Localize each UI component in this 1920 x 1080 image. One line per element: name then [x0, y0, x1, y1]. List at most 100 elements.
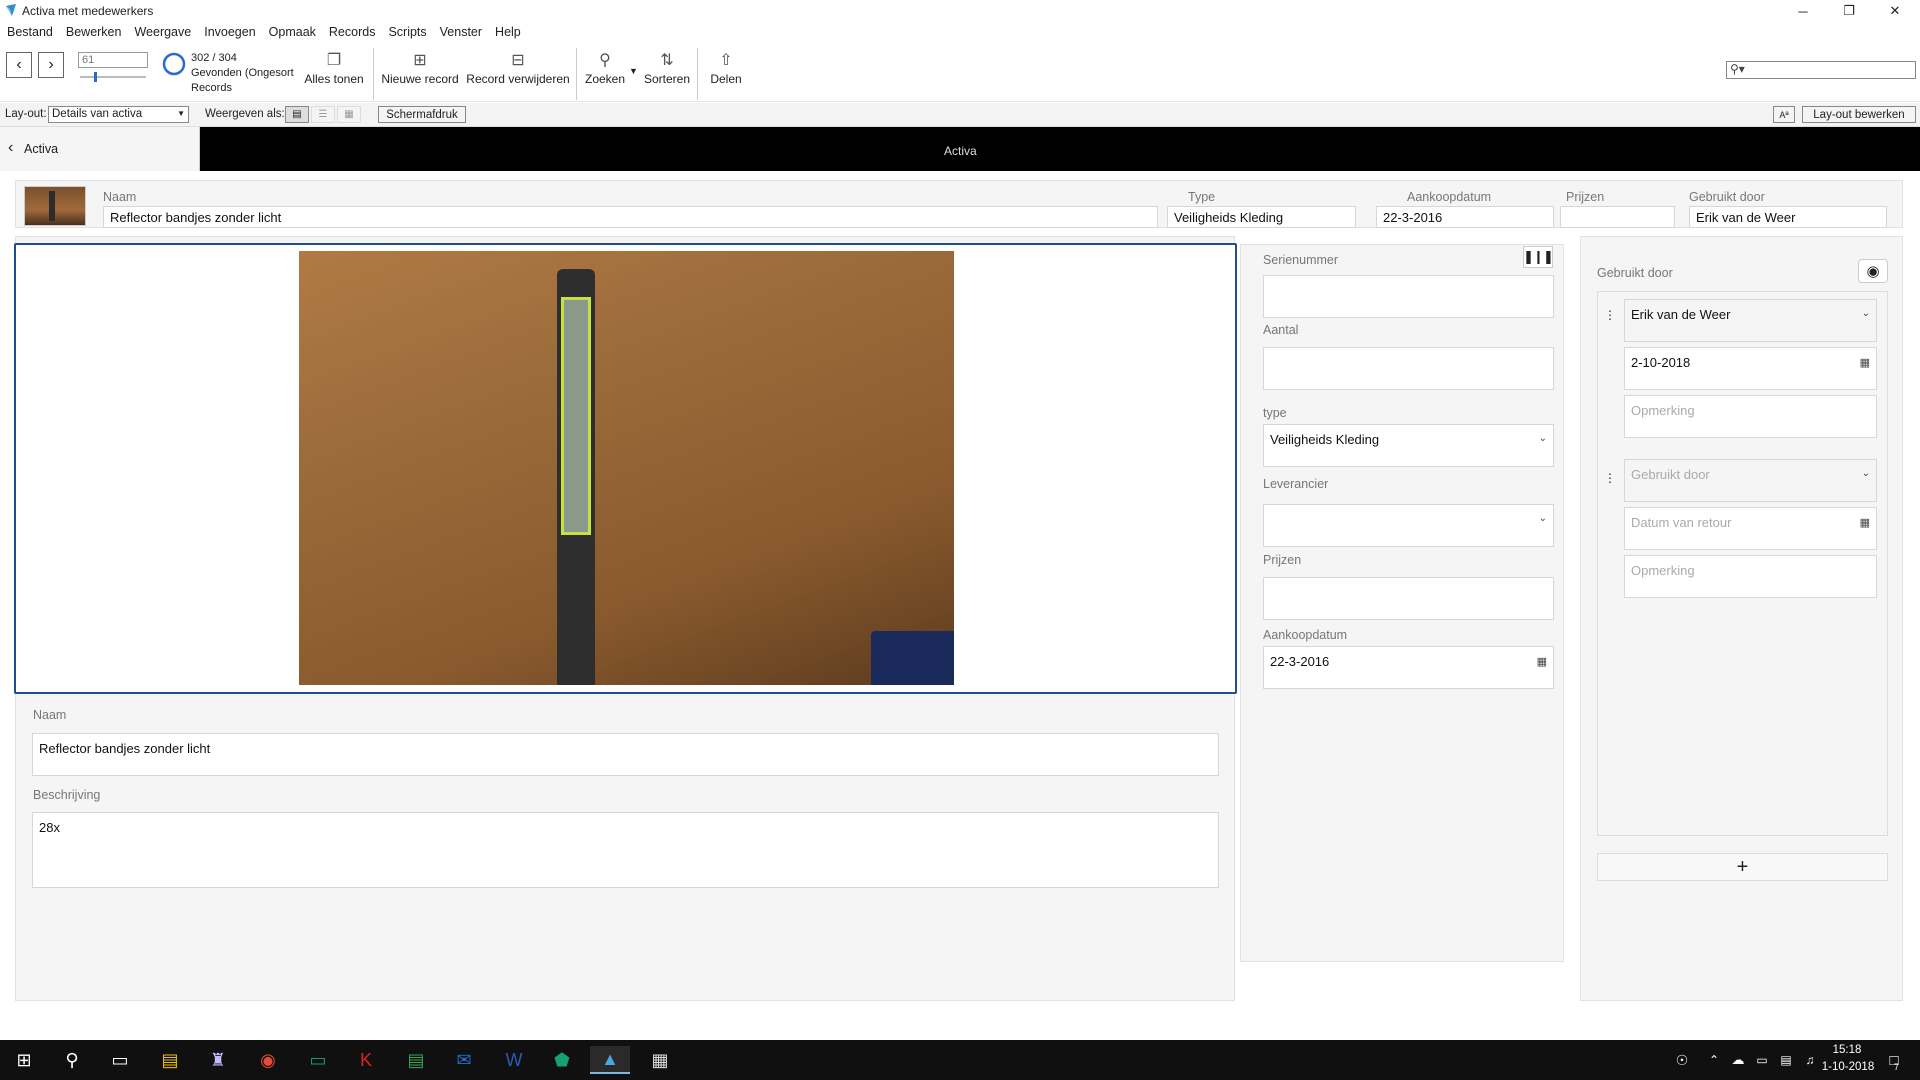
menu-scripts[interactable]: Scripts [381, 22, 432, 39]
person-icon[interactable]: ◉ [1858, 259, 1888, 283]
minimize-button[interactable]: ─ [1780, 0, 1826, 22]
beschrijving-field[interactable]: 28x [32, 812, 1219, 888]
file-explorer-icon[interactable]: ▤ [150, 1046, 190, 1074]
shield-app-icon[interactable]: ♜ [198, 1046, 238, 1074]
menu-venster[interactable]: Venster [433, 22, 488, 39]
quick-search-icon: ⚲▾ [1730, 62, 1745, 76]
summary-gebruikt-field[interactable]: Erik van de Weer [1689, 206, 1887, 228]
monitor-icon[interactable]: ▤ [1774, 1046, 1798, 1074]
notification-count: 7 [1894, 1062, 1900, 1072]
row-handle-icon[interactable]: ⋮ [1604, 471, 1616, 485]
menu-bewerken[interactable]: Bewerken [59, 22, 128, 39]
record-slider-thumb[interactable] [94, 72, 97, 82]
naam-field[interactable]: Reflector bandjes zonder licht [32, 733, 1219, 776]
menu-weergave[interactable]: Weergave [127, 22, 197, 39]
layout-select[interactable]: Details van activa ▼ [48, 106, 189, 123]
leverancier-field[interactable]: ⌄ [1263, 504, 1554, 547]
kaspersky-icon[interactable]: K [346, 1046, 386, 1074]
view-list-button[interactable]: ☰ [311, 106, 335, 123]
filemaker-taskbar-icon[interactable]: ▲ [590, 1046, 630, 1074]
aankoopdatum-label: Aankoopdatum [1263, 628, 1348, 642]
serienummer-label: Serienummer [1263, 253, 1339, 267]
row1-date-value: 2-10-2018 [1631, 355, 1691, 370]
naam-label: Naam [33, 708, 67, 722]
network-icon[interactable]: ▭ [1750, 1046, 1774, 1074]
calendar-icon[interactable]: ▦ [1537, 655, 1547, 668]
menu-help[interactable]: Help [488, 22, 527, 39]
close-button[interactable]: ✕ [1872, 0, 1918, 22]
menu-bestand[interactable]: Bestand [0, 22, 59, 39]
word-icon[interactable]: W [494, 1046, 534, 1074]
chevron-down-icon: ▼ [177, 109, 185, 118]
view-form-button[interactable]: ▤ [285, 106, 309, 123]
clock-date[interactable]: 1-10-2018 [1820, 1061, 1876, 1073]
summary-prijzen-field[interactable] [1560, 206, 1675, 228]
search-icon[interactable]: ⚲ [52, 1046, 92, 1074]
restore-button[interactable]: ❐ [1826, 0, 1872, 22]
view-as-label: Weergeven als: [205, 108, 285, 120]
chevron-left-icon: ‹ [8, 139, 14, 156]
quick-search-field[interactable]: ⚲▾ [1726, 61, 1916, 79]
quick-search-input[interactable] [1751, 63, 1911, 77]
aankoopdatum-field[interactable]: 22-3-2016 ▦ [1263, 646, 1554, 689]
menu-opmaak[interactable]: Opmaak [262, 22, 322, 39]
font-size-button[interactable]: Aª [1773, 106, 1795, 123]
next-record-button[interactable]: › [38, 52, 64, 78]
outlook-icon[interactable]: ✉ [444, 1046, 484, 1074]
photo-container[interactable] [14, 243, 1237, 694]
toolbar-divider [697, 48, 698, 100]
summary-aankoopdatum-field[interactable]: 22-3-2016 [1376, 206, 1554, 228]
summary-naam-label: Naam [103, 190, 137, 204]
prev-record-button[interactable]: ‹ [6, 52, 32, 78]
clock-time[interactable]: 15:18 [1822, 1044, 1872, 1056]
money-app-icon[interactable]: ▭ [298, 1046, 338, 1074]
share-button[interactable]: ⇧ Delen [702, 48, 750, 86]
calendar-icon[interactable]: ▦ [1860, 356, 1870, 369]
task-view-icon[interactable]: ▭ [100, 1046, 140, 1074]
photo-reflector [561, 297, 591, 535]
back-button[interactable]: ‹ Activa [0, 127, 200, 171]
search-dropdown-icon[interactable]: ▼ [629, 66, 638, 76]
show-all-button[interactable]: ❐ Alles tonen [302, 48, 366, 86]
delete-record-button[interactable]: ⊟ Record verwijderen [464, 48, 572, 86]
volume-icon[interactable]: ♫ [1798, 1046, 1822, 1074]
search-button[interactable]: ⚲ Zoeken [580, 48, 630, 86]
serienummer-field[interactable] [1263, 275, 1554, 318]
tray-chevron-icon[interactable]: ⌃ [1702, 1046, 1726, 1074]
calendar-icon[interactable]: ▦ [1860, 516, 1870, 529]
thumbnail-image[interactable] [24, 186, 86, 226]
sort-label: Sorteren [643, 72, 691, 86]
add-row-button[interactable]: + [1597, 853, 1888, 881]
prijzen-field[interactable] [1263, 577, 1554, 620]
barcode-icon[interactable]: ❚❙❚ [1523, 246, 1554, 268]
summary-naam-field[interactable]: Reflector bandjes zonder licht [103, 206, 1158, 228]
row2-person-field[interactable]: Gebruikt door ⌄ [1624, 459, 1877, 502]
onedrive-icon[interactable]: ☁ [1726, 1046, 1750, 1074]
edit-layout-button[interactable]: Lay-out bewerken [1802, 106, 1916, 123]
menu-invoegen[interactable]: Invoegen [197, 22, 261, 39]
type-field[interactable]: Veiligheids Kleding ⌄ [1263, 424, 1554, 467]
vpn-app-icon[interactable]: ⬟ [542, 1046, 582, 1074]
menu-records[interactable]: Records [322, 22, 382, 39]
row-handle-icon[interactable]: ⋮ [1604, 308, 1616, 322]
summary-type-field[interactable]: Veiligheids Kleding [1167, 206, 1356, 228]
sort-button[interactable]: ⇅ Sorteren [640, 48, 694, 86]
table-view-icon: ▦ [344, 109, 354, 120]
chrome-icon[interactable]: ◉ [248, 1046, 288, 1074]
people-icon[interactable]: ☉ [1662, 1046, 1702, 1074]
calculator-icon[interactable]: ▦ [640, 1046, 680, 1074]
row1-note-field[interactable]: Opmerking [1624, 395, 1877, 438]
row1-date-field[interactable]: 2-10-2018 ▦ [1624, 347, 1877, 390]
record-number-input[interactable] [78, 52, 148, 68]
publisher-icon[interactable]: ▤ [396, 1046, 436, 1074]
new-record-button[interactable]: ⊞ Nieuwe record [378, 48, 462, 86]
record-slider[interactable] [80, 72, 146, 82]
row1-person-field[interactable]: Erik van de Weer ⌄ [1624, 299, 1877, 342]
preview-button[interactable]: Schermafdruk [378, 106, 466, 123]
row2-note-field[interactable]: Opmerking [1624, 555, 1877, 598]
aantal-field[interactable] [1263, 347, 1554, 390]
row2-date-field[interactable]: Datum van retour ▦ [1624, 507, 1877, 550]
windows-start-icon[interactable]: ⊞ [4, 1046, 44, 1074]
type-value: Veiligheids Kleding [1270, 432, 1380, 447]
view-table-button[interactable]: ▦ [337, 106, 361, 123]
